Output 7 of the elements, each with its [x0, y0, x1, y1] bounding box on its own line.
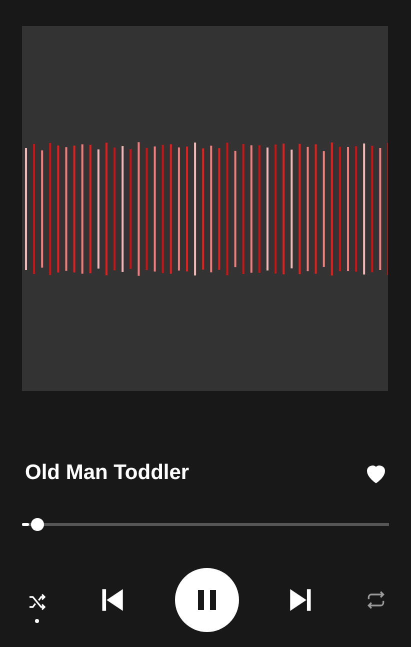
next-icon — [288, 587, 314, 613]
song-title: Old Man Toddler — [25, 461, 190, 485]
progress-thumb[interactable] — [31, 518, 44, 531]
next-button[interactable] — [288, 587, 314, 613]
repeat-icon — [365, 589, 387, 611]
active-dot — [35, 618, 39, 622]
shuffle-icon — [27, 592, 47, 612]
